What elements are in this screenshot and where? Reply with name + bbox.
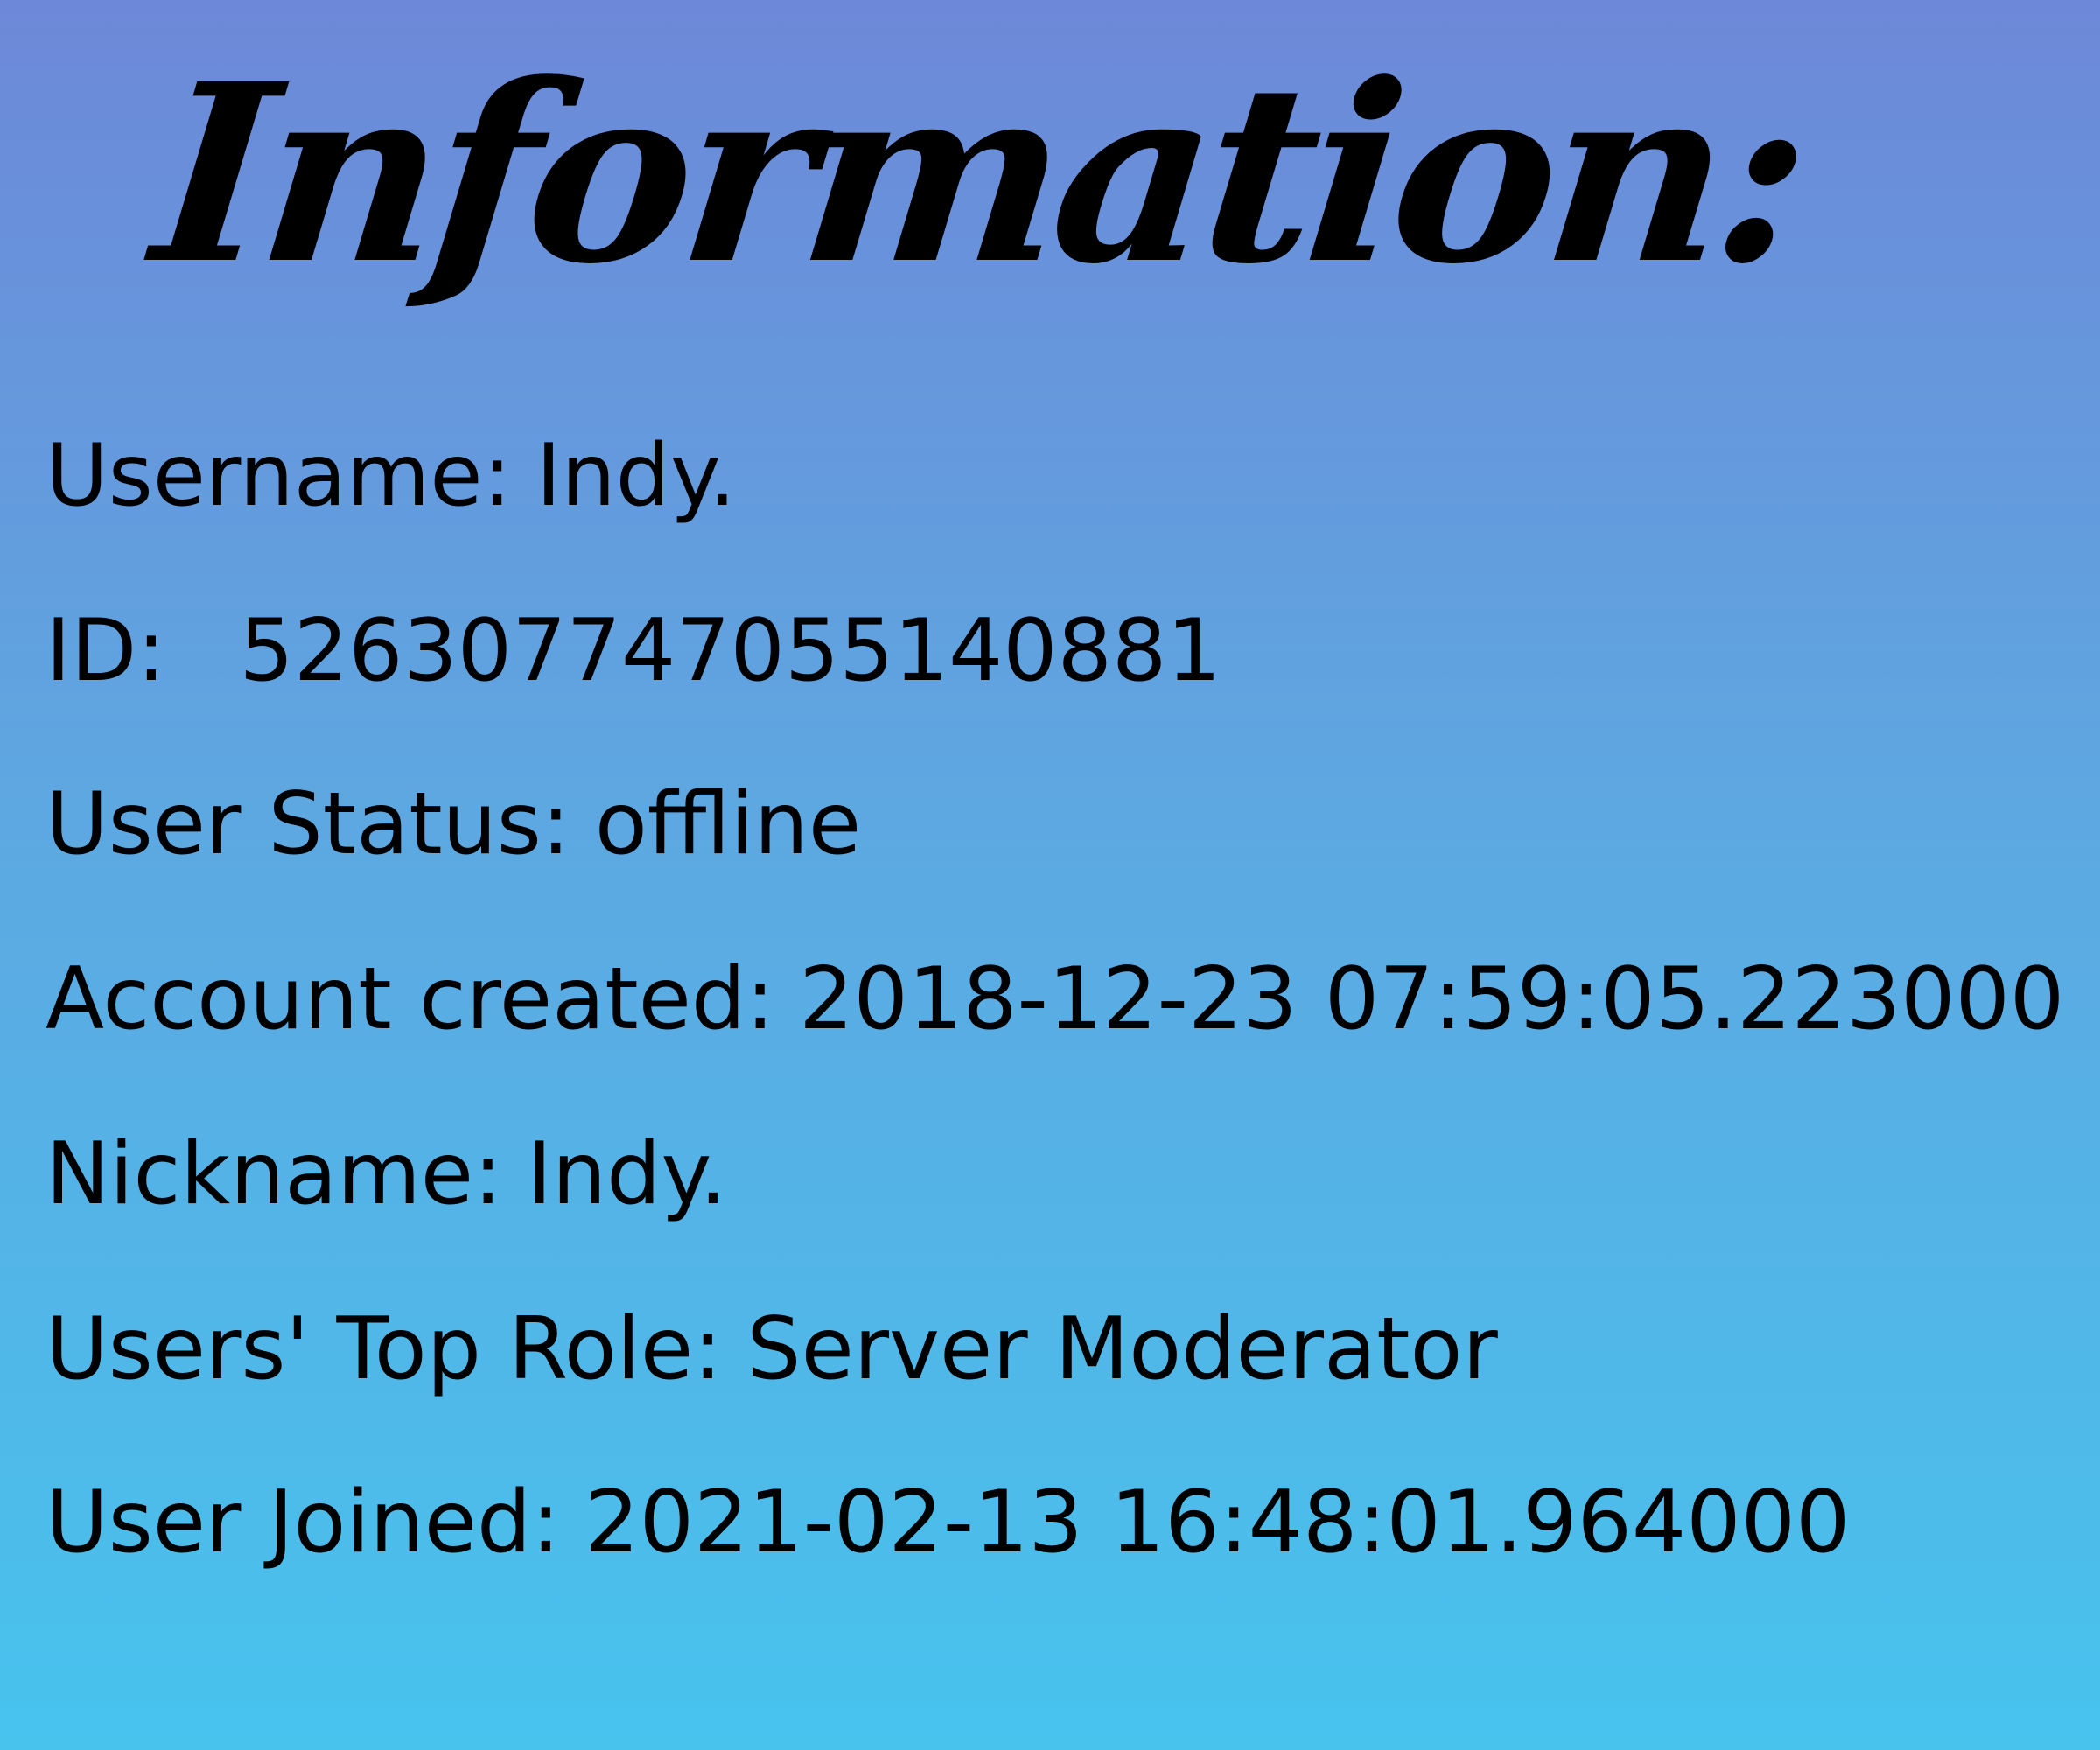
nickname-label: Nickname: [46,1124,503,1224]
user-joined-value: 2021-02-13 16:48:01.964000 [584,1473,1851,1572]
status-label: User Status: [46,774,570,874]
account-created-label: Account created: [46,949,775,1049]
account-created-value: 2018-12-23 07:59:05.223000 [799,949,2065,1049]
top-role-row: Users' Top Role: Server Moderator [46,1297,1498,1402]
nickname-row: Nickname: Indy. [46,1122,727,1227]
status-value: offline [594,774,862,874]
id-row: ID: 526307747055140881 [46,598,1222,704]
nickname-value: Indy. [527,1124,727,1224]
username-label: Username: [46,426,512,526]
page-title: Information: [143,31,1816,318]
top-role-value: Server Moderator [746,1299,1498,1399]
id-value: 526307747055140881 [239,601,1222,701]
account-created-row: Account created: 2018-12-23 07:59:05.2230… [46,947,2064,1052]
status-row: User Status: offline [46,772,861,877]
user-info-card: Information: Username: Indy. ID: 526307747… [0,0,2100,1750]
top-role-label: Users' Top Role: [46,1299,723,1399]
user-joined-row: User Joined: 2021-02-13 16:48:01.964000 [46,1470,1850,1575]
username-value: Indy. [536,426,736,526]
user-joined-label: User Joined: [46,1473,561,1572]
id-label: ID: [46,601,166,701]
username-row: Username: Indy. [46,424,736,528]
